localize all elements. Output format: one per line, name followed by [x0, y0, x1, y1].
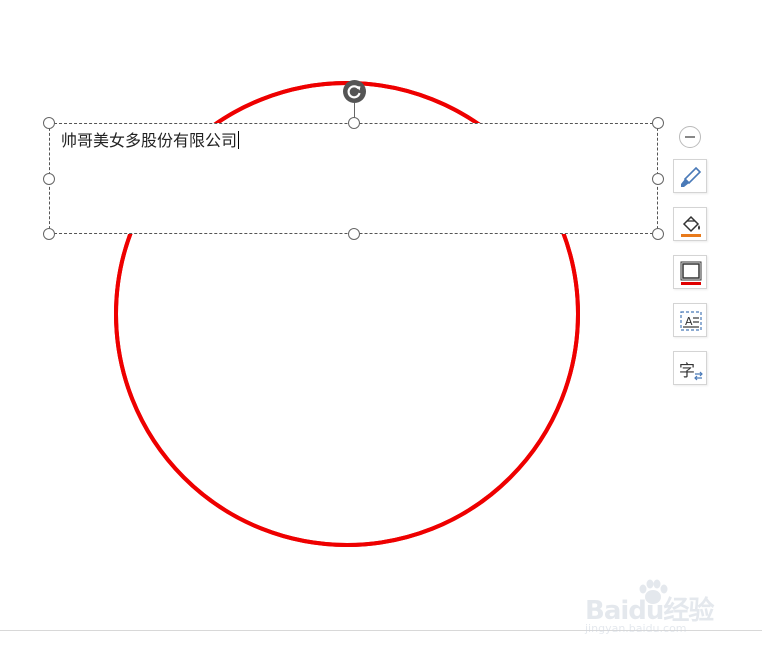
- outline-icon: [680, 261, 702, 285]
- text-wrap-button[interactable]: A: [673, 303, 707, 337]
- resize-handle-middle-right[interactable]: [652, 173, 664, 185]
- resize-handle-middle-left[interactable]: [43, 173, 55, 185]
- text-box[interactable]: 帅哥美女多股份有限公司: [49, 123, 658, 234]
- resize-handle-bottom-left[interactable]: [43, 228, 55, 240]
- baidu-watermark: Baidu经验 jingyan.baidu.com: [585, 578, 735, 638]
- resize-handle-top-right[interactable]: [652, 117, 664, 129]
- text-wrap-icon: A: [680, 311, 702, 331]
- resize-handle-bottom-right[interactable]: [652, 228, 664, 240]
- fill-bucket-icon: [681, 215, 701, 237]
- rotate-icon: [347, 85, 361, 99]
- text-box-content[interactable]: 帅哥美女多股份有限公司: [61, 130, 240, 152]
- outline-button[interactable]: [673, 255, 707, 289]
- watermark-url: jingyan.baidu.com: [585, 622, 687, 635]
- text-box-text: 帅哥美女多股份有限公司: [61, 131, 238, 150]
- rotate-stem: [354, 103, 355, 118]
- resize-handle-top-center[interactable]: [348, 117, 360, 129]
- shape-style-button[interactable]: [673, 159, 707, 193]
- text-direction-icon: [694, 371, 703, 381]
- document-canvas: 帅哥美女多股份有限公司 A 字 Baidu经验 jingyan.baidu.co…: [0, 0, 762, 657]
- collapse-toolbar-button[interactable]: [679, 126, 701, 148]
- text-caret: [238, 131, 240, 149]
- fill-button[interactable]: [673, 207, 707, 241]
- text-direction-button[interactable]: 字: [673, 351, 707, 385]
- resize-handle-bottom-center[interactable]: [348, 228, 360, 240]
- paintbrush-icon: [681, 166, 702, 187]
- rotate-handle[interactable]: [343, 80, 366, 103]
- circle-shape-layer: [114, 81, 580, 547]
- resize-handle-top-left[interactable]: [43, 117, 55, 129]
- svg-text:A: A: [685, 315, 693, 328]
